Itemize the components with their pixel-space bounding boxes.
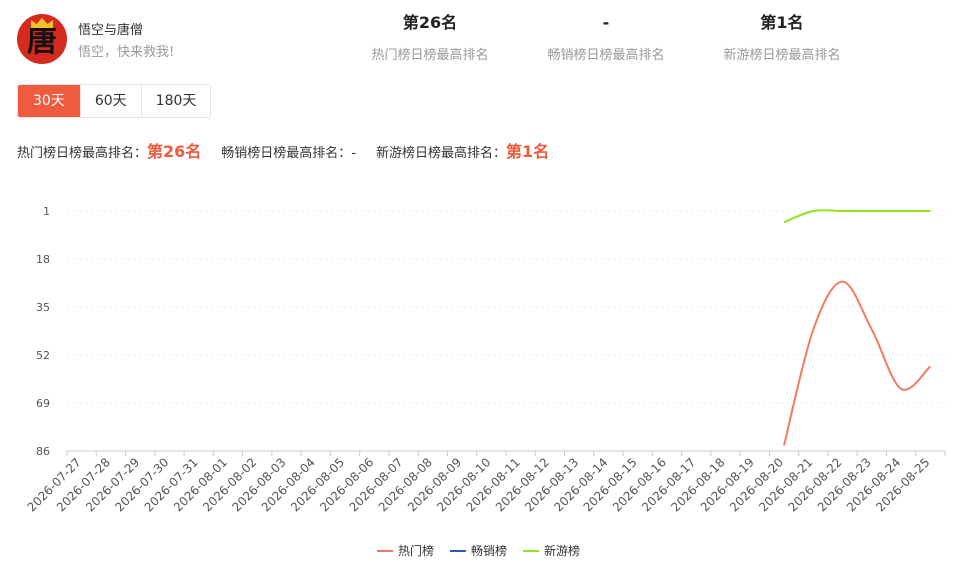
- chart-legend: 热门榜 畅销榜 新游榜: [0, 542, 957, 559]
- series-line-2: [783, 209, 931, 224]
- legend-new[interactable]: 新游榜: [523, 542, 580, 559]
- y-tick-label: 18: [36, 253, 50, 266]
- legend-sales-label: 畅销榜: [470, 544, 507, 558]
- y-tick-label: 86: [36, 445, 50, 458]
- legend-new-label: 新游榜: [544, 544, 581, 558]
- y-tick-label: 1: [43, 205, 50, 218]
- series-line-0: [783, 280, 932, 446]
- legend-sales[interactable]: 畅销榜: [449, 542, 507, 559]
- rank-chart: 118355269862026-07-272026-07-282026-07-2…: [25, 205, 946, 514]
- legend-hot-label: 热门榜: [397, 544, 434, 558]
- legend-hot[interactable]: 热门榜: [376, 542, 434, 559]
- y-tick-label: 35: [36, 301, 50, 314]
- legend-sales-swatch: [449, 549, 466, 552]
- y-tick-label: 69: [36, 397, 50, 410]
- legend-new-swatch: [523, 549, 539, 552]
- legend-hot-swatch: [376, 549, 393, 552]
- y-tick-label: 52: [36, 349, 50, 362]
